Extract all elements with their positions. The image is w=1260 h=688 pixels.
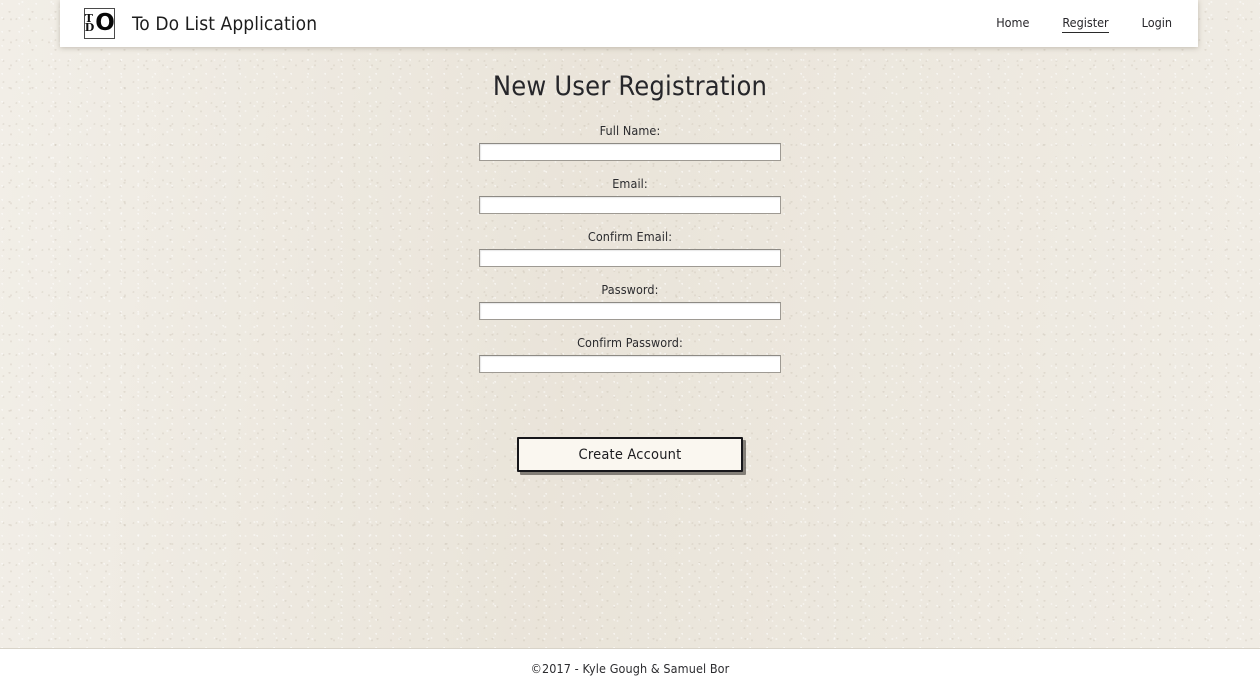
form-group-email: Email:	[479, 176, 781, 214]
form-group-password: Password:	[479, 282, 781, 320]
label-confirm-email: Confirm Email:	[587, 229, 673, 244]
form-group-confirm-password: Confirm Password:	[479, 335, 781, 373]
tdo-monogram-logo-icon: T D O	[84, 8, 115, 39]
email-input[interactable]	[479, 196, 781, 214]
confirm-password-input[interactable]	[479, 355, 781, 373]
label-password: Password:	[601, 282, 659, 297]
nav-item-register[interactable]: Register	[1062, 15, 1109, 33]
submit-row: Create Account	[479, 388, 781, 472]
form-group-full-name: Full Name:	[479, 123, 781, 161]
registration-form: Full Name: Email: Confirm Email: Passwor…	[479, 102, 781, 472]
site-footer: ©2017 - Kyle Gough & Samuel Bor	[0, 648, 1260, 688]
brand-title: To Do List Application	[132, 12, 318, 35]
page-title: New User Registration	[492, 71, 768, 102]
full-name-input[interactable]	[479, 143, 781, 161]
main-nav: Home Register Login	[996, 15, 1172, 33]
label-full-name: Full Name:	[599, 123, 661, 138]
site-header: T D O To Do List Application Home Regist…	[60, 0, 1198, 47]
logo-letter-o: O	[95, 10, 115, 36]
label-email: Email:	[612, 176, 648, 191]
main-content: New User Registration Full Name: Email: …	[0, 47, 1260, 648]
create-account-button[interactable]: Create Account	[517, 437, 743, 472]
form-group-confirm-email: Confirm Email:	[479, 229, 781, 267]
confirm-email-input[interactable]	[479, 249, 781, 267]
nav-item-login[interactable]: Login	[1142, 15, 1172, 32]
brand-home-link[interactable]: T D O To Do List Application	[84, 8, 317, 39]
password-input[interactable]	[479, 302, 781, 320]
logo-letter-d: D	[84, 20, 95, 34]
nav-item-home[interactable]: Home	[996, 15, 1029, 32]
logo-td-letters: T D	[84, 13, 95, 34]
footer-copyright: ©2017 - Kyle Gough & Samuel Bor	[530, 661, 730, 676]
label-confirm-password: Confirm Password:	[577, 335, 683, 350]
